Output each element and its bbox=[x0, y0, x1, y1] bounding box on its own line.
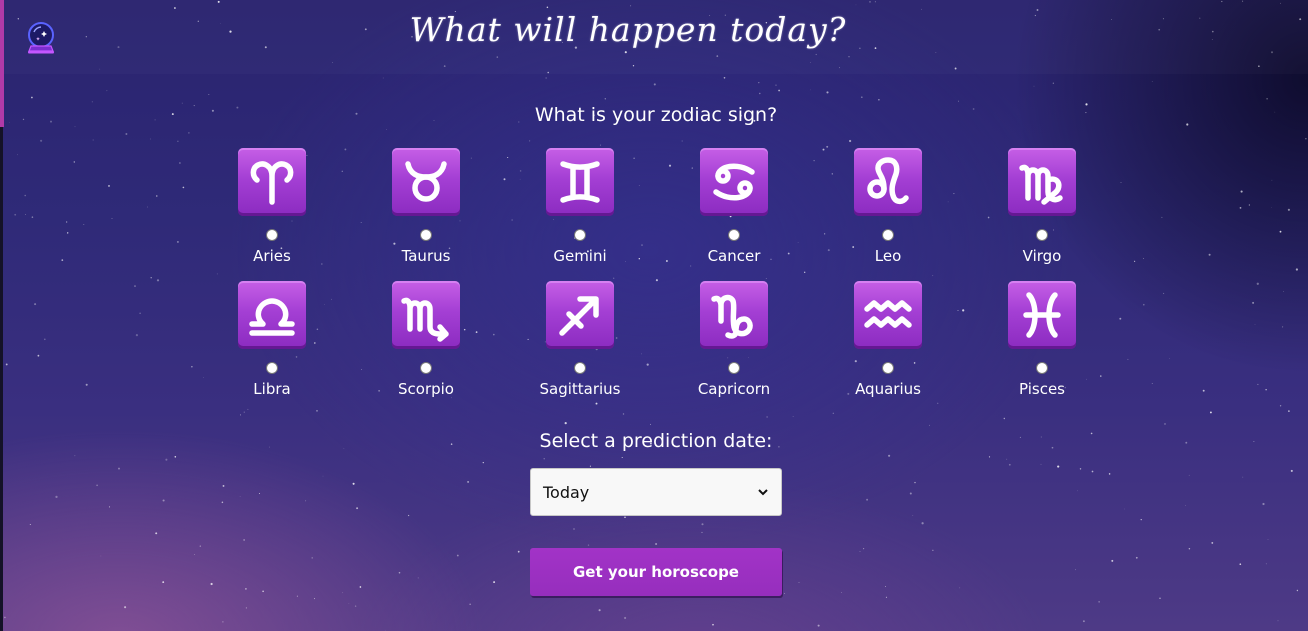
sign-label: Aries bbox=[253, 247, 291, 265]
get-horoscope-button[interactable]: Get your horoscope bbox=[530, 548, 782, 596]
sign-label: Cancer bbox=[707, 247, 761, 265]
zodiac-option-cancer[interactable]: Cancer bbox=[657, 148, 811, 281]
taurus-radio[interactable] bbox=[420, 229, 432, 241]
scorpio-radio[interactable] bbox=[420, 362, 432, 374]
page-title: What will happen today? bbox=[409, 10, 847, 49]
pisces-icon[interactable] bbox=[1008, 281, 1076, 349]
sign-label: Aquarius bbox=[855, 380, 921, 398]
sign-label: Taurus bbox=[401, 247, 451, 265]
zodiac-option-libra[interactable]: Libra bbox=[195, 281, 349, 414]
zodiac-grid: Aries Taurus Gemini Cancer Leo Virgo Lib… bbox=[195, 148, 1119, 414]
zodiac-option-aries[interactable]: Aries bbox=[195, 148, 349, 281]
scorpio-icon[interactable] bbox=[392, 281, 460, 349]
leo-radio[interactable] bbox=[882, 229, 894, 241]
aries-icon[interactable] bbox=[238, 148, 306, 216]
pisces-radio[interactable] bbox=[1036, 362, 1048, 374]
zodiac-question: What is your zodiac sign? bbox=[534, 104, 778, 126]
sign-label: Sagittarius bbox=[539, 380, 621, 398]
libra-radio[interactable] bbox=[266, 362, 278, 374]
zodiac-option-aquarius[interactable]: Aquarius bbox=[811, 281, 965, 414]
sign-label: Scorpio bbox=[398, 380, 454, 398]
sign-label: Leo bbox=[874, 247, 902, 265]
virgo-radio[interactable] bbox=[1036, 229, 1048, 241]
zodiac-option-leo[interactable]: Leo bbox=[811, 148, 965, 281]
zodiac-option-capricorn[interactable]: Capricorn bbox=[657, 281, 811, 414]
sign-label: Pisces bbox=[1019, 380, 1065, 398]
aries-radio[interactable] bbox=[266, 229, 278, 241]
gemini-radio[interactable] bbox=[574, 229, 586, 241]
aquarius-icon[interactable] bbox=[854, 281, 922, 349]
sign-label: Virgo bbox=[1022, 247, 1062, 265]
capricorn-icon[interactable] bbox=[700, 281, 768, 349]
taurus-icon[interactable] bbox=[392, 148, 460, 216]
capricorn-radio[interactable] bbox=[728, 362, 740, 374]
gemini-icon[interactable] bbox=[546, 148, 614, 216]
prediction-date-value: Today bbox=[543, 482, 590, 502]
cancer-icon[interactable] bbox=[700, 148, 768, 216]
libra-icon[interactable] bbox=[238, 281, 306, 349]
leo-icon[interactable] bbox=[854, 148, 922, 216]
sign-label: Gemini bbox=[553, 247, 607, 265]
sign-label: Capricorn bbox=[697, 380, 771, 398]
prediction-date-label: Select a prediction date: bbox=[539, 430, 773, 452]
aquarius-radio[interactable] bbox=[882, 362, 894, 374]
sagittarius-radio[interactable] bbox=[574, 362, 586, 374]
zodiac-option-gemini[interactable]: Gemini bbox=[503, 148, 657, 281]
zodiac-option-virgo[interactable]: Virgo bbox=[965, 148, 1119, 281]
chevron-down-icon bbox=[758, 489, 768, 496]
sign-label: Libra bbox=[253, 380, 291, 398]
sagittarius-icon[interactable] bbox=[546, 281, 614, 349]
cancer-radio[interactable] bbox=[728, 229, 740, 241]
zodiac-option-scorpio[interactable]: Scorpio bbox=[349, 281, 503, 414]
zodiac-option-taurus[interactable]: Taurus bbox=[349, 148, 503, 281]
prediction-date-select[interactable]: Today bbox=[530, 468, 782, 516]
virgo-icon[interactable] bbox=[1008, 148, 1076, 216]
zodiac-option-pisces[interactable]: Pisces bbox=[965, 281, 1119, 414]
zodiac-option-sagittarius[interactable]: Sagittarius bbox=[503, 281, 657, 414]
